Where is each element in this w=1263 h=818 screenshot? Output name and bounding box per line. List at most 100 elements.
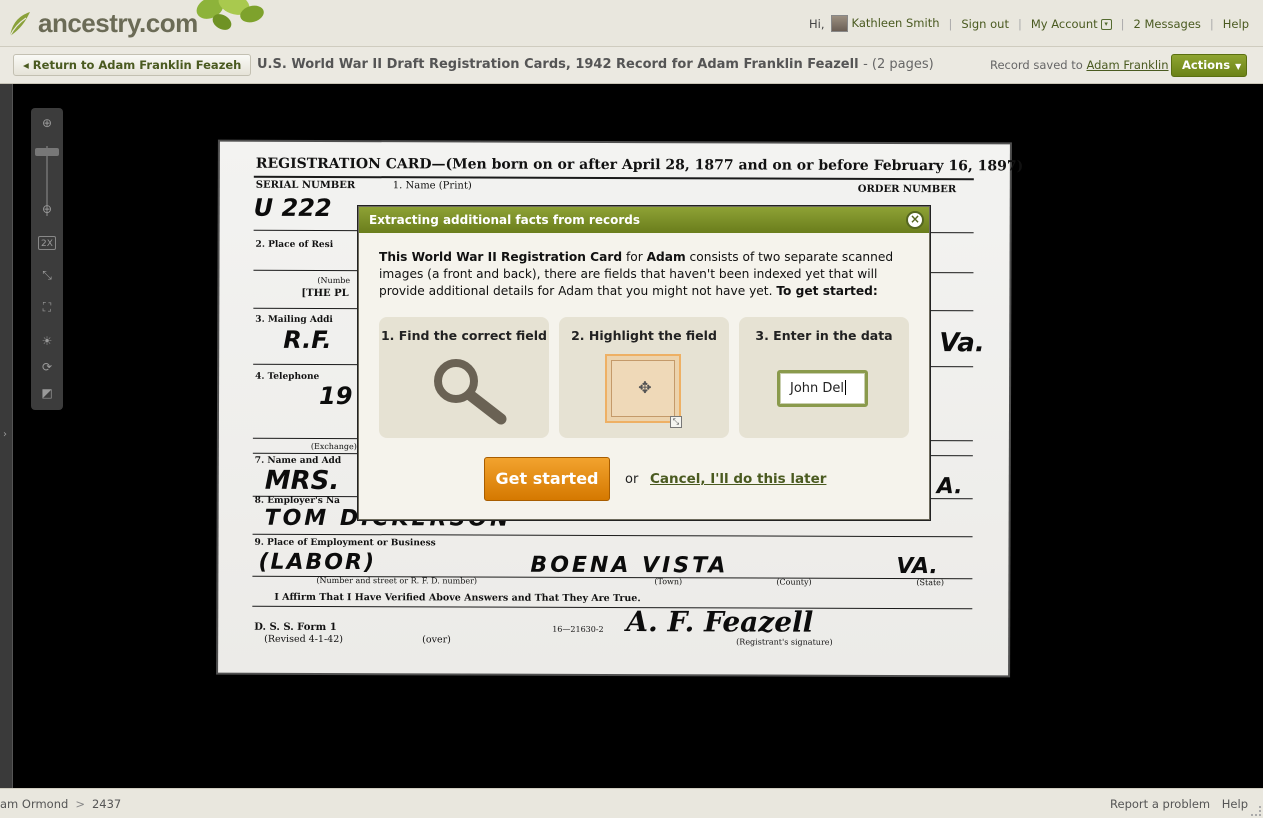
place-employment-label: 9. Place of Employment or Business bbox=[254, 537, 436, 549]
intro-for: for bbox=[622, 250, 647, 264]
two-x-button[interactable]: 2X bbox=[38, 236, 56, 250]
user-link[interactable]: Kathleen Smith bbox=[830, 15, 940, 32]
decorative-leaves-icon bbox=[196, 0, 264, 30]
move-cursor-icon: ✥ bbox=[638, 378, 652, 397]
ancestry-leaf-icon bbox=[9, 12, 30, 37]
avatar bbox=[830, 15, 848, 32]
saved-person-link[interactable]: Adam Franklin bbox=[1086, 58, 1168, 72]
my-account-link[interactable]: My Account bbox=[1031, 17, 1098, 31]
breadcrumb: am Ormond >2437 bbox=[0, 797, 122, 811]
sign-out-link[interactable]: Sign out bbox=[961, 17, 1009, 31]
step-title: 3. Enter in the data bbox=[755, 328, 893, 343]
place-label: 2. Place of Resi bbox=[255, 239, 334, 251]
side-panel-toggle[interactable]: › bbox=[0, 84, 13, 788]
footer-help-link[interactable]: Help bbox=[1222, 797, 1248, 811]
actions-label: Actions bbox=[1182, 58, 1231, 72]
top-header: ancestry.com Hi, Kathleen Smith | Sign o… bbox=[0, 0, 1263, 47]
record-saved: Record saved to Adam Franklin bbox=[990, 58, 1169, 72]
exchange-label: (Exchange) bbox=[310, 441, 357, 452]
town-value: BOENA VISTA bbox=[530, 552, 729, 579]
get-started-button[interactable]: Get started bbox=[484, 457, 610, 501]
the-pl: [THE PL bbox=[301, 287, 349, 300]
chevron-right-icon: › bbox=[3, 429, 7, 440]
step-title: 2. Highlight the field bbox=[571, 328, 717, 343]
record-title-text: U.S. World War II Draft Registration Car… bbox=[257, 57, 859, 72]
telephone-label: 4. Telephone bbox=[255, 371, 320, 382]
name-address-label: 7. Name and Add bbox=[254, 455, 342, 467]
fit-icon[interactable]: ⤡ bbox=[38, 266, 56, 284]
place-employment-value: (LABOR) bbox=[258, 549, 377, 576]
intro-get-started: To get started: bbox=[776, 284, 878, 298]
state-right-2: A. bbox=[936, 474, 963, 500]
step-title: 1. Find the correct field bbox=[380, 328, 548, 343]
name-address-value: MRS. bbox=[264, 465, 340, 497]
rotate-icon[interactable]: ⟳ bbox=[38, 358, 56, 376]
town-caption: (Town) bbox=[654, 577, 683, 587]
breadcrumb-item[interactable]: am Ormond bbox=[0, 797, 68, 811]
viewer-toolbar: ⊕ ⊖ 2X ⤡ ⛶ ☀ ⟳ ◩ bbox=[31, 108, 63, 410]
zoom-in-icon[interactable]: ⊕ bbox=[38, 114, 56, 132]
saved-prefix: Record saved to bbox=[990, 58, 1083, 72]
extract-facts-dialog: Extracting additional facts from records… bbox=[358, 206, 930, 520]
footer-bar: am Ormond >2437 Report a problem Help bbox=[0, 788, 1263, 818]
dialog-title: Extracting additional facts from records bbox=[369, 213, 640, 227]
actions-button[interactable]: Actions ▼ bbox=[1171, 54, 1247, 77]
highlight-box-icon: ✥ bbox=[605, 354, 681, 423]
example-input-value: John Del bbox=[790, 381, 845, 396]
street-caption: (Number and street or R. F. D. number) bbox=[316, 575, 478, 586]
resize-grip-icon[interactable] bbox=[1251, 806, 1261, 816]
record-bar: ◂ Return to Adam Franklin Feazeh U.S. Wo… bbox=[0, 47, 1263, 84]
brightness-icon[interactable]: ☀ bbox=[38, 332, 56, 350]
record-title: U.S. World War II Draft Registration Car… bbox=[257, 57, 934, 72]
dialog-intro: This World War II Registration Card for … bbox=[379, 249, 909, 300]
highlight-inner: ✥ bbox=[611, 360, 675, 417]
doc-header: REGISTRATION CARD—(Men born on or after … bbox=[255, 155, 1024, 175]
revised-label: (Revised 4-1-42) bbox=[264, 633, 344, 646]
greeting: Hi, bbox=[809, 16, 825, 31]
order-label: ORDER NUMBER bbox=[857, 183, 957, 196]
text-caret bbox=[845, 380, 847, 395]
breadcrumb-item[interactable]: 2437 bbox=[92, 797, 121, 811]
ancestry-logo[interactable]: ancestry.com bbox=[4, 6, 198, 40]
help-link[interactable]: Help bbox=[1223, 17, 1249, 31]
signature-caption: (Registrant's signature) bbox=[736, 637, 833, 647]
number-label: (Numbe bbox=[317, 275, 351, 286]
return-button[interactable]: ◂ Return to Adam Franklin Feazeh bbox=[13, 54, 252, 76]
mailing-value: R.F. bbox=[283, 325, 332, 355]
serial-label: SERIAL NUMBER bbox=[255, 179, 356, 192]
or-text: or bbox=[625, 472, 639, 487]
report-problem-link[interactable]: Report a problem bbox=[1110, 797, 1210, 811]
arrow-left-icon: ◂ bbox=[23, 58, 29, 72]
affirm-text: I Affirm That I Have Verified Above Answ… bbox=[274, 591, 641, 605]
logo-text: ancestry.com bbox=[38, 7, 198, 38]
signature: A. F. Feazell bbox=[626, 605, 814, 639]
step-enter-data: 3. Enter in the data John Del bbox=[739, 317, 909, 438]
county-caption: (County) bbox=[776, 577, 812, 587]
intro-bold-record: This World War II Registration Card bbox=[379, 250, 623, 264]
fullscreen-icon[interactable]: ⛶ bbox=[38, 298, 56, 316]
page-count: - (2 pages) bbox=[863, 57, 934, 72]
state-value: VA. bbox=[896, 553, 938, 580]
magnifier-icon bbox=[434, 359, 507, 425]
form-label: D. S. S. Form 1 bbox=[254, 621, 337, 634]
telephone-value: 19 bbox=[318, 381, 353, 411]
resize-handle-icon: ⤡ bbox=[670, 416, 682, 428]
state-right: Va. bbox=[939, 328, 985, 359]
footer-links: Report a problem Help bbox=[1102, 797, 1248, 811]
messages-link[interactable]: 2 Messages bbox=[1134, 17, 1201, 31]
over-label: (over) bbox=[422, 634, 451, 646]
zoom-slider-handle[interactable] bbox=[35, 148, 59, 156]
user-name[interactable]: Kathleen Smith bbox=[852, 16, 940, 30]
close-icon[interactable]: × bbox=[906, 211, 924, 229]
invert-icon[interactable]: ◩ bbox=[38, 384, 56, 402]
employer-label: 8. Employer's Na bbox=[254, 495, 341, 507]
state-caption: (State) bbox=[916, 578, 945, 588]
intro-bold-name: Adam bbox=[646, 250, 686, 264]
my-account-menu[interactable]: My Account ▾ bbox=[1031, 17, 1112, 31]
zoom-out-icon[interactable]: ⊖ bbox=[38, 200, 56, 218]
cancel-link[interactable]: Cancel, I'll do this later bbox=[650, 471, 826, 487]
caret-down-icon: ▼ bbox=[1235, 62, 1242, 71]
print-code: 16—21630-2 bbox=[552, 624, 604, 634]
chevron-down-icon: ▾ bbox=[1100, 18, 1112, 30]
serial-value: U 222 bbox=[253, 193, 332, 223]
